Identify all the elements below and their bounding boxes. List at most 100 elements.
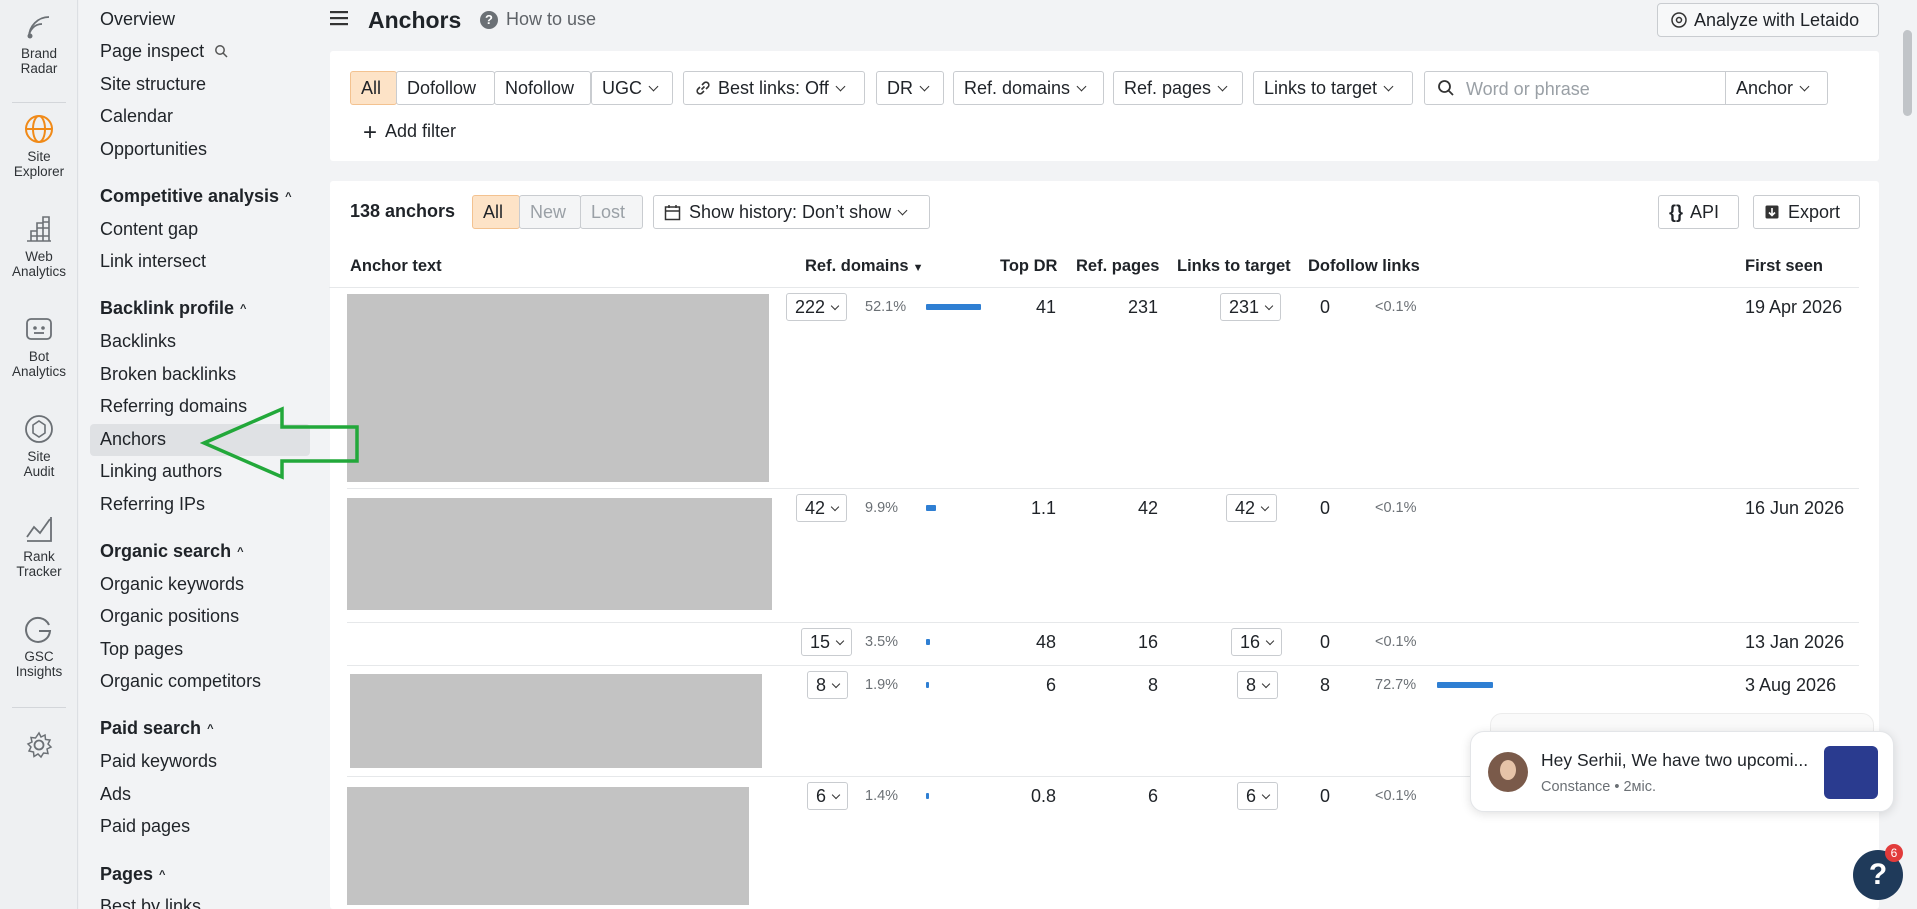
nav-page-inspect[interactable]: Page inspect bbox=[100, 41, 228, 62]
nav-head-competitive[interactable]: Competitive analysis ^ bbox=[100, 186, 292, 207]
hamburger-menu-icon[interactable] bbox=[329, 8, 349, 28]
nav-backlinks[interactable]: Backlinks bbox=[100, 331, 176, 352]
filter-dofollow[interactable]: Dofollow bbox=[396, 71, 495, 105]
tab-new[interactable]: New bbox=[519, 195, 581, 229]
ref-domains-pct: 3.5% bbox=[865, 634, 899, 650]
nav-paid-pages[interactable]: Paid pages bbox=[100, 816, 190, 837]
col-links-to-target[interactable]: Links to target bbox=[1177, 257, 1291, 276]
how-to-use-link[interactable]: ? How to use bbox=[480, 9, 596, 30]
history-dropdown[interactable]: Show history: Don’t show bbox=[653, 195, 930, 229]
nav-overview[interactable]: Overview bbox=[100, 9, 175, 30]
nav-anchors[interactable]: Anchors bbox=[100, 429, 166, 450]
nav-head-paid[interactable]: Paid search ^ bbox=[100, 718, 214, 739]
search-input[interactable]: Word or phrase bbox=[1424, 71, 1726, 105]
filter-nofollow[interactable]: Nofollow bbox=[494, 71, 591, 105]
rail-site-explorer[interactable]: Site Explorer bbox=[0, 113, 78, 179]
filter-links-to-target[interactable]: Links to target bbox=[1253, 71, 1413, 105]
nav-head-organic[interactable]: Organic search ^ bbox=[100, 541, 244, 562]
filter-best-links[interactable]: Best links: Off bbox=[683, 71, 865, 105]
search-placeholder: Word or phrase bbox=[1466, 79, 1590, 99]
braces-icon: {} bbox=[1669, 202, 1684, 222]
chevron-down-icon bbox=[1799, 81, 1810, 92]
nav-organic-positions[interactable]: Organic positions bbox=[100, 606, 239, 627]
links-to-target-dropdown[interactable]: 231 bbox=[1220, 293, 1282, 321]
api-button[interactable]: {} API bbox=[1658, 195, 1739, 229]
chat-thumbnail bbox=[1824, 746, 1878, 799]
nav-organic-keywords[interactable]: Organic keywords bbox=[100, 574, 244, 595]
add-filter-button[interactable]: + Add filter bbox=[363, 119, 456, 147]
bot-icon bbox=[26, 318, 52, 340]
col-top-dr[interactable]: Top DR bbox=[1000, 257, 1057, 276]
col-anchor-text[interactable]: Anchor text bbox=[350, 257, 442, 276]
nav-broken-backlinks[interactable]: Broken backlinks bbox=[100, 364, 236, 385]
nav-paid-keywords[interactable]: Paid keywords bbox=[100, 751, 217, 772]
nav-head-pages[interactable]: Pages ^ bbox=[100, 864, 165, 885]
nav-ads[interactable]: Ads bbox=[100, 784, 131, 805]
chevron-down-icon bbox=[1264, 301, 1274, 311]
search-icon bbox=[215, 45, 228, 58]
google-g-icon bbox=[25, 616, 52, 643]
dofollow-value: 8 bbox=[1320, 675, 1331, 695]
col-first-seen[interactable]: First seen bbox=[1745, 257, 1823, 276]
ref-pages-value: 8 bbox=[1147, 675, 1158, 695]
nav-link-intersect[interactable]: Link intersect bbox=[100, 251, 206, 272]
top-dr-value: 0.8 bbox=[1030, 786, 1056, 806]
chevron-down-icon bbox=[919, 81, 930, 92]
nav-calendar[interactable]: Calendar bbox=[100, 106, 173, 127]
anchor-scope-select[interactable]: Anchor bbox=[1725, 71, 1828, 105]
chat-message: Hey Serhii, We have two upcomi... bbox=[1541, 750, 1809, 770]
links-to-target-dropdown[interactable]: 16 bbox=[1231, 628, 1283, 656]
col-dofollow-links[interactable]: Dofollow links bbox=[1308, 257, 1420, 276]
ref-pages-value: 6 bbox=[1147, 786, 1158, 806]
anchor-text-redacted bbox=[350, 674, 762, 768]
filter-all[interactable]: All bbox=[350, 71, 397, 105]
nav-content-gap[interactable]: Content gap bbox=[100, 219, 198, 240]
col-ref-domains[interactable]: Ref. domains ▼ bbox=[805, 257, 924, 276]
analyze-button[interactable]: Analyze with Letaido bbox=[1657, 3, 1879, 37]
rail-rank-tracker[interactable]: Rank Tracker bbox=[0, 513, 78, 579]
ref-domains-dropdown[interactable]: 6 bbox=[807, 782, 849, 810]
ref-domains-pct: 1.9% bbox=[865, 677, 899, 693]
nav-head-backlink[interactable]: Backlink profile ^ bbox=[100, 298, 246, 319]
chevron-up-icon: ^ bbox=[285, 191, 292, 203]
rail-site-audit[interactable]: Site Audit bbox=[0, 413, 78, 479]
gear-icon bbox=[26, 731, 53, 759]
top-dr-value: 6 bbox=[1045, 675, 1056, 695]
tab-all[interactable]: All bbox=[472, 195, 520, 229]
nav-organic-competitors[interactable]: Organic competitors bbox=[100, 671, 261, 692]
nav-referring-ips[interactable]: Referring IPs bbox=[100, 494, 205, 515]
ref-domains-dropdown[interactable]: 8 bbox=[807, 671, 849, 699]
chevron-down-icon bbox=[1265, 636, 1275, 646]
export-button[interactable]: Export bbox=[1753, 195, 1860, 229]
rail-gsc-insights[interactable]: GSC Insights bbox=[0, 613, 78, 679]
help-circle-icon: ? bbox=[480, 11, 498, 29]
chat-notification[interactable]: Hey Serhii, We have two upcomi... Consta… bbox=[1470, 731, 1894, 812]
rail-brand-radar[interactable]: Brand Radar bbox=[0, 12, 78, 76]
tab-lost[interactable]: Lost bbox=[580, 195, 643, 229]
nav-opportunities[interactable]: Opportunities bbox=[100, 139, 207, 160]
chevron-down-icon bbox=[1261, 790, 1271, 800]
rail-settings[interactable] bbox=[0, 730, 78, 764]
grid-chart-icon bbox=[27, 216, 51, 242]
radar-icon bbox=[27, 16, 50, 39]
ref-domains-dropdown[interactable]: 42 bbox=[796, 494, 848, 522]
nav-best-by-links[interactable]: Best by links bbox=[100, 896, 201, 909]
links-to-target-dropdown[interactable]: 42 bbox=[1226, 494, 1278, 522]
filter-ugc[interactable]: UGC bbox=[591, 71, 673, 105]
dofollow-value: 0 bbox=[1320, 632, 1331, 652]
sort-desc-icon: ▼ bbox=[912, 262, 924, 274]
links-to-target-dropdown[interactable]: 8 bbox=[1237, 671, 1279, 699]
chevron-down-icon bbox=[648, 81, 659, 92]
nav-site-structure[interactable]: Site structure bbox=[100, 74, 206, 95]
rail-web-analytics[interactable]: Web Analytics bbox=[0, 213, 78, 279]
col-ref-pages[interactable]: Ref. pages bbox=[1076, 257, 1159, 276]
filter-dr[interactable]: DR bbox=[876, 71, 944, 105]
ref-domains-dropdown[interactable]: 15 bbox=[801, 628, 853, 656]
filter-ref-domains[interactable]: Ref. domains bbox=[953, 71, 1104, 105]
rail-bot-analytics[interactable]: Bot Analytics bbox=[0, 313, 78, 379]
scrollbar[interactable] bbox=[1903, 30, 1912, 116]
ref-domains-dropdown[interactable]: 222 bbox=[786, 293, 848, 321]
nav-top-pages[interactable]: Top pages bbox=[100, 639, 183, 660]
links-to-target-dropdown[interactable]: 6 bbox=[1237, 782, 1279, 810]
filter-ref-pages[interactable]: Ref. pages bbox=[1113, 71, 1243, 105]
